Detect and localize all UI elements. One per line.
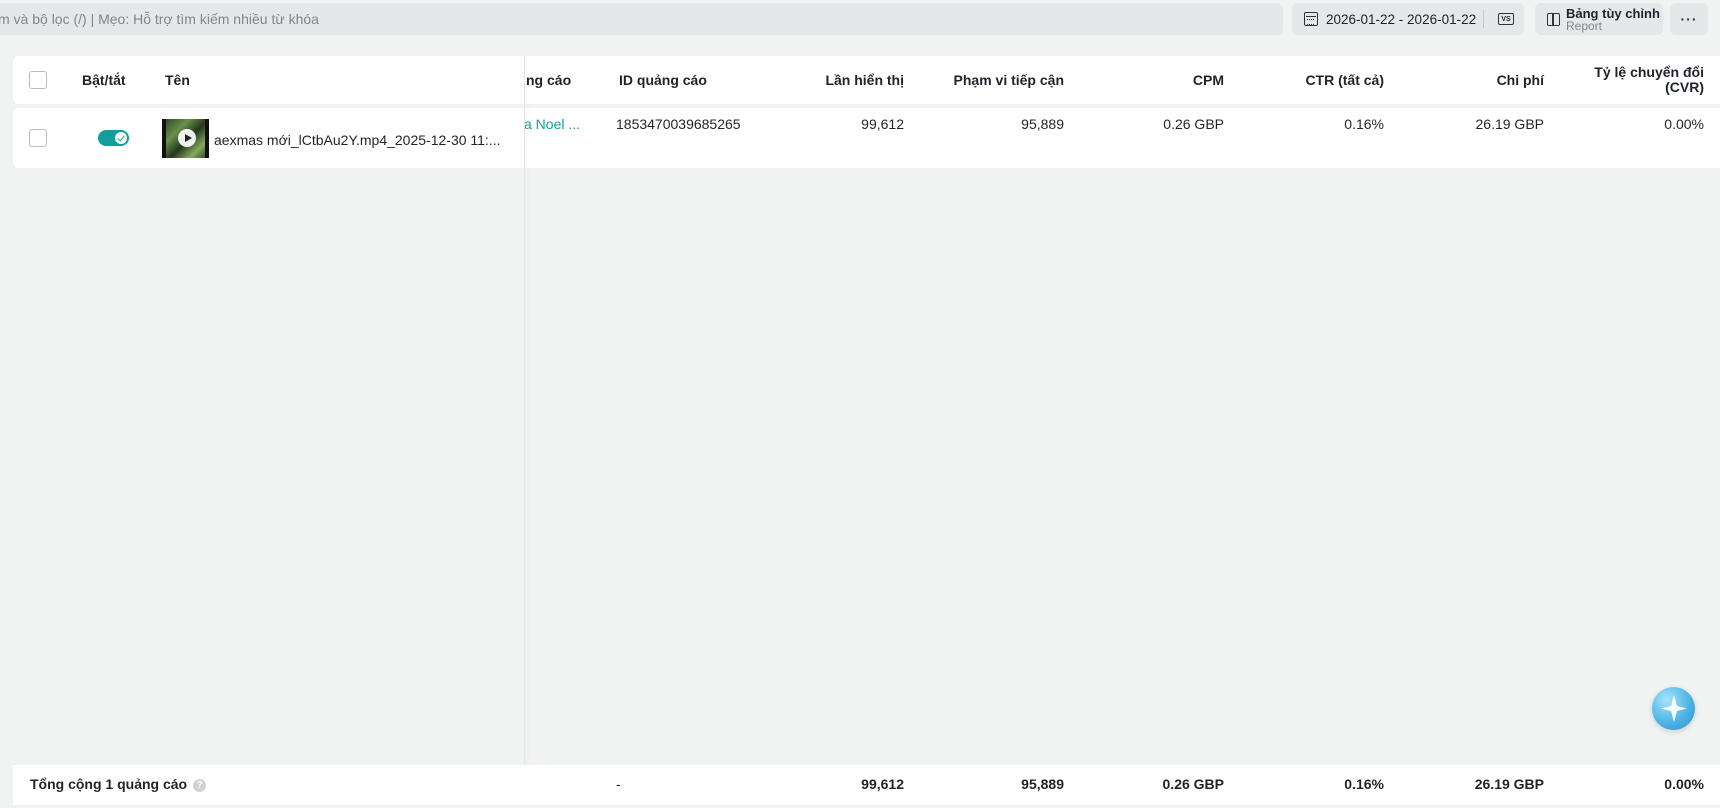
header-impressions[interactable]: Lần hiển thị [764,72,904,88]
calendar-icon [1304,12,1318,26]
header-cvr-line2: (CVR) [1665,79,1704,95]
impressions-value: 99,612 [861,116,904,132]
cpm-value: 0.26 GBP [1163,116,1224,132]
footer-reach: 95,889 [1021,776,1064,792]
footer-ctr: 0.16% [1344,776,1384,792]
select-all-checkbox[interactable] [29,71,47,89]
header-ctr[interactable]: CTR (tất cả) [1244,72,1384,88]
header-cvr[interactable]: Tỷ lệ chuyển đổi (CVR) [1544,65,1704,95]
sparkle-icon [1661,695,1687,722]
header-ad-id[interactable]: ID quảng cáo [619,72,707,88]
header-name[interactable]: Tên [165,72,190,88]
search-input[interactable]: m và bộ lọc (/) | Mẹo: Hỗ trợ tìm kiếm n… [0,3,1283,35]
footer-cvr: 0.00% [1664,776,1704,792]
search-placeholder: m và bộ lọc (/) | Mẹo: Hỗ trợ tìm kiếm n… [0,11,319,27]
header-cvr-line1: Tỷ lệ chuyển đổi [1594,64,1704,80]
footer-cpm: 0.26 GBP [1162,776,1224,792]
footer-ad-id: - [616,776,621,792]
header-cpm[interactable]: CPM [1084,72,1224,88]
ad-group-link[interactable]: a Noel ... [524,116,580,132]
custom-columns-subtitle: Report [1566,19,1603,33]
header-ad-group[interactable]: ng cáo [526,72,571,88]
ai-assistant-button[interactable] [1652,687,1695,730]
header-toggle[interactable]: Bật/tắt [82,72,126,88]
header-cost[interactable]: Chi phí [1404,72,1544,88]
date-range-label: 2026-01-22 - 2026-01-22 [1326,11,1477,27]
footer-total-label: Tổng cộng 1 quảng cáo? [30,776,207,792]
ad-id-value: 1853470039685265 [616,116,741,132]
divider [1483,10,1484,28]
frozen-column-divider [524,56,525,805]
footer-cost: 26.19 GBP [1474,776,1544,792]
date-range-picker[interactable]: 2026-01-22 - 2026-01-22 VS [1292,3,1524,35]
header-reach[interactable]: Phạm vi tiếp cận [904,72,1064,88]
video-thumbnail[interactable] [162,119,209,158]
toggle-check-icon [115,132,127,144]
help-icon[interactable]: ? [193,778,207,792]
more-options-button[interactable]: ··· [1670,3,1708,35]
ad-name-link[interactable]: aexmas mới_lCtbAu2Y.mp4_2025-12-30 11:..… [214,132,504,148]
custom-columns-button[interactable]: Bảng tùy chỉnh Report [1535,3,1663,35]
cvr-value: 0.00% [1664,116,1704,132]
columns-icon [1547,13,1560,26]
row-checkbox[interactable] [29,129,47,147]
ad-status-toggle[interactable] [98,130,129,146]
more-icon: ··· [1680,11,1698,27]
footer-total-text: Tổng cộng 1 quảng cáo [30,776,188,792]
ctr-value: 0.16% [1344,116,1384,132]
footer-impressions: 99,612 [861,776,904,792]
play-icon [178,129,196,147]
compare-vs-icon[interactable]: VS [1498,13,1514,25]
cost-value: 26.19 GBP [1475,116,1545,132]
reach-value: 95,889 [1021,116,1064,132]
